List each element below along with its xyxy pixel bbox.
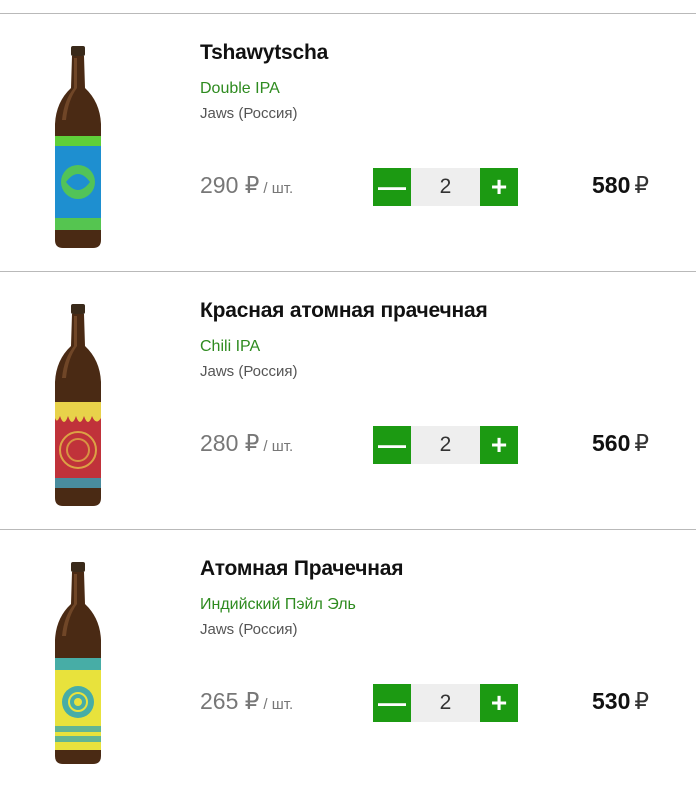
beer-style: Chili IPA xyxy=(200,338,261,355)
product-title[interactable]: Атомная Прачечная xyxy=(200,557,403,581)
cart-item: Красная атомная прачечная Chili IPA Jaws… xyxy=(0,271,696,529)
product-title[interactable]: Tshawytscha xyxy=(200,41,328,65)
quantity-value[interactable]: 2 xyxy=(411,426,480,464)
quantity-stepper: — 2 + xyxy=(373,426,518,464)
unit-label: / шт. xyxy=(263,696,294,713)
quantity-stepper: — 2 + xyxy=(373,168,518,206)
unit-price: 290 ₽ / шт. xyxy=(200,172,293,199)
currency-symbol: ₽ xyxy=(634,688,650,714)
currency-symbol: ₽ xyxy=(244,430,260,456)
beer-style: Double IPA xyxy=(200,80,280,97)
increase-quantity-button[interactable]: + xyxy=(480,168,518,206)
quantity-value[interactable]: 2 xyxy=(411,684,480,722)
line-total: 530 ₽ xyxy=(592,688,649,715)
currency-symbol: ₽ xyxy=(634,430,650,456)
currency-symbol: ₽ xyxy=(244,172,260,198)
line-total: 560 ₽ xyxy=(592,430,649,457)
unit-label: / шт. xyxy=(263,180,294,197)
beer-style: Индийский Пэйл Эль xyxy=(200,596,356,613)
increase-quantity-button[interactable]: + xyxy=(480,684,518,722)
total-value: 560 xyxy=(592,430,631,456)
quantity-value[interactable]: 2 xyxy=(411,168,480,206)
total-value: 580 xyxy=(592,172,631,198)
decrease-quantity-button[interactable]: — xyxy=(373,426,411,464)
unit-label: / шт. xyxy=(263,438,294,455)
unit-price: 280 ₽ / шт. xyxy=(200,430,293,457)
cart-list: Tshawytscha Double IPA Jaws (Россия) 290… xyxy=(0,0,696,779)
decrease-quantity-button[interactable]: — xyxy=(373,168,411,206)
price-value: 265 xyxy=(200,688,239,714)
brewery-name: Jaws (Россия) xyxy=(200,621,298,638)
beer-bottle-image xyxy=(38,44,118,250)
currency-symbol: ₽ xyxy=(244,688,260,714)
currency-symbol: ₽ xyxy=(634,172,650,198)
unit-price: 265 ₽ / шт. xyxy=(200,688,293,715)
total-value: 530 xyxy=(592,688,631,714)
cart-item: Атомная Прачечная Индийский Пэйл Эль Jaw… xyxy=(0,529,696,787)
beer-bottle-image xyxy=(38,302,118,508)
price-value: 280 xyxy=(200,430,239,456)
brewery-name: Jaws (Россия) xyxy=(200,105,298,122)
quantity-stepper: — 2 + xyxy=(373,684,518,722)
increase-quantity-button[interactable]: + xyxy=(480,426,518,464)
product-title[interactable]: Красная атомная прачечная xyxy=(200,299,488,323)
beer-bottle-image xyxy=(38,560,118,766)
cart-item: Tshawytscha Double IPA Jaws (Россия) 290… xyxy=(0,13,696,271)
brewery-name: Jaws (Россия) xyxy=(200,363,298,380)
decrease-quantity-button[interactable]: — xyxy=(373,684,411,722)
price-value: 290 xyxy=(200,172,239,198)
line-total: 580 ₽ xyxy=(592,172,649,199)
